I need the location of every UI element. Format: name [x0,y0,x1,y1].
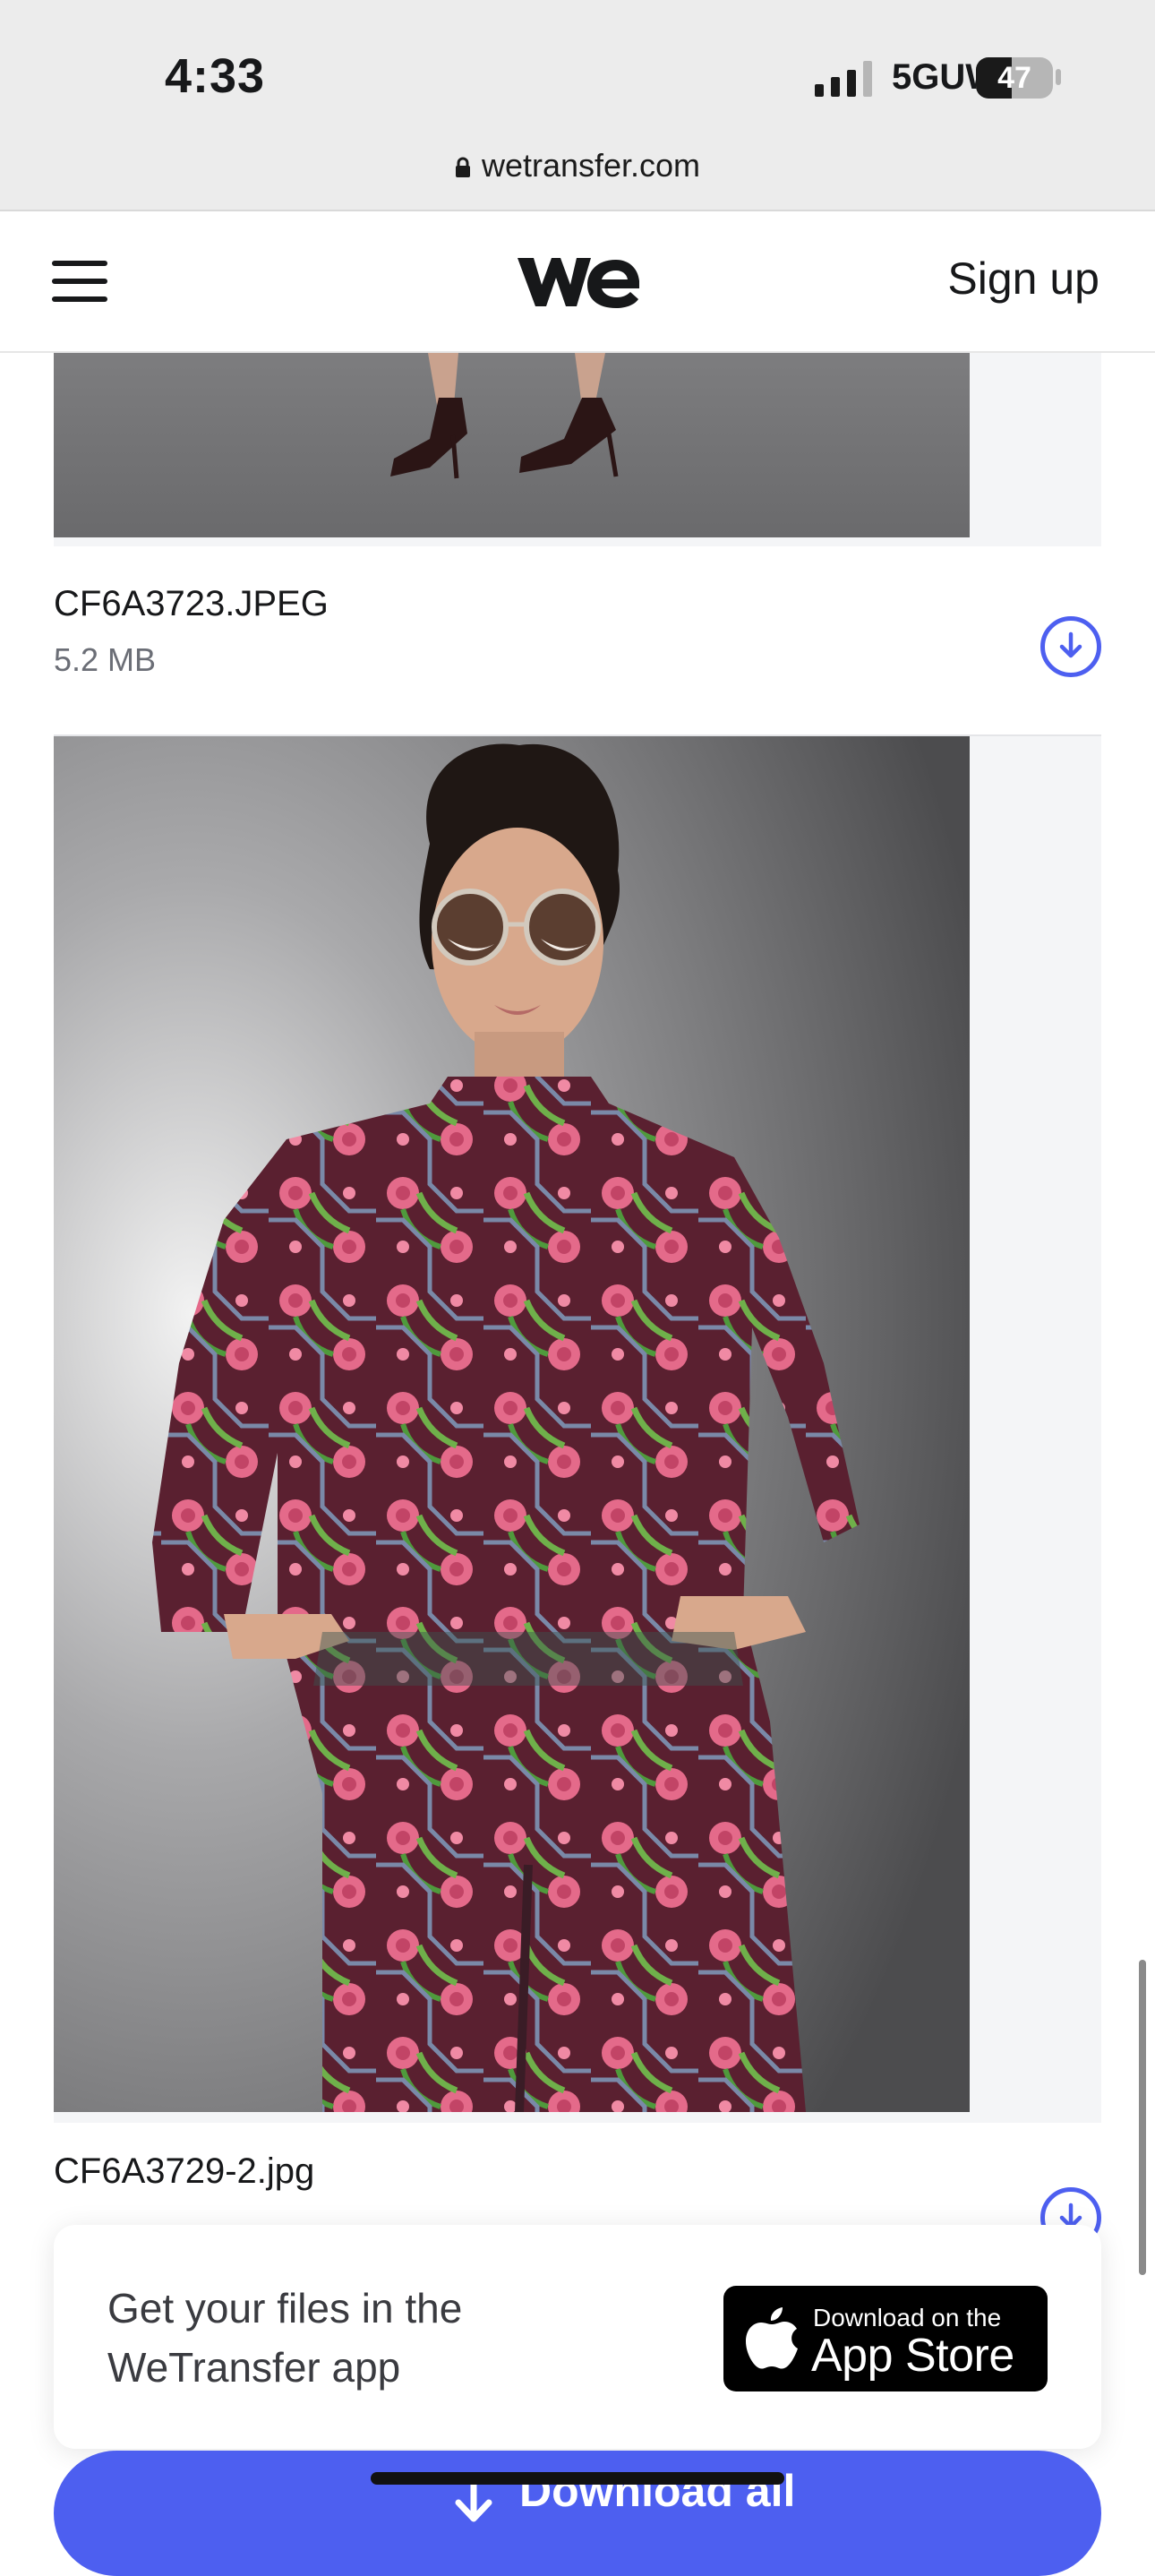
download-all-button[interactable]: Download all [54,2451,1101,2576]
battery-tip [1056,69,1061,85]
photo-thumbnail [54,736,970,2112]
battery-level: 47 [997,61,1031,95]
wetransfer-logo-icon[interactable] [516,251,639,313]
app-download-banner: Get your files in the WeTransfer app Dow… [54,2225,1101,2449]
apple-icon [746,2307,798,2369]
download-circle-icon[interactable] [1040,616,1101,677]
photo-thumbnail [54,353,970,537]
file-row[interactable]: CF6A3729-2.jpg [54,2125,1101,2248]
hamburger-menu-icon[interactable] [52,261,107,302]
photo-model-floral-bodysuit [54,736,970,2112]
app-store-button[interactable]: Download on the App Store [723,2286,1048,2391]
file-name: CF6A3723.JPEG [54,584,329,623]
battery-icon: 47 [976,57,1053,99]
scrollbar[interactable] [1139,1960,1146,2275]
file-name: CF6A3729-2.jpg [54,2151,315,2191]
lock-icon [455,157,470,177]
address-bar[interactable]: wetransfer.com [0,147,1155,185]
home-indicator [371,2472,784,2485]
file-preview[interactable] [54,353,1101,546]
cellular-signal-icon [815,61,872,97]
file-row[interactable]: CF6A3723.JPEG 5.2 MB [54,548,1101,734]
store-big-label: App Store [811,2330,1014,2382]
status-time: 4:33 [165,49,266,103]
photo-shoes [54,353,970,537]
site-header: Sign up [0,211,1155,353]
banner-text: Get your files in the WeTransfer app [107,2285,463,2391]
status-and-address-bar: 4:33 5GUW 47 wetransfer.com [0,0,1155,211]
file-size: 5.2 MB [54,641,157,678]
url-text: wetransfer.com [481,147,701,184]
file-preview[interactable] [54,736,1101,2123]
signup-link[interactable]: Sign up [947,253,1099,305]
